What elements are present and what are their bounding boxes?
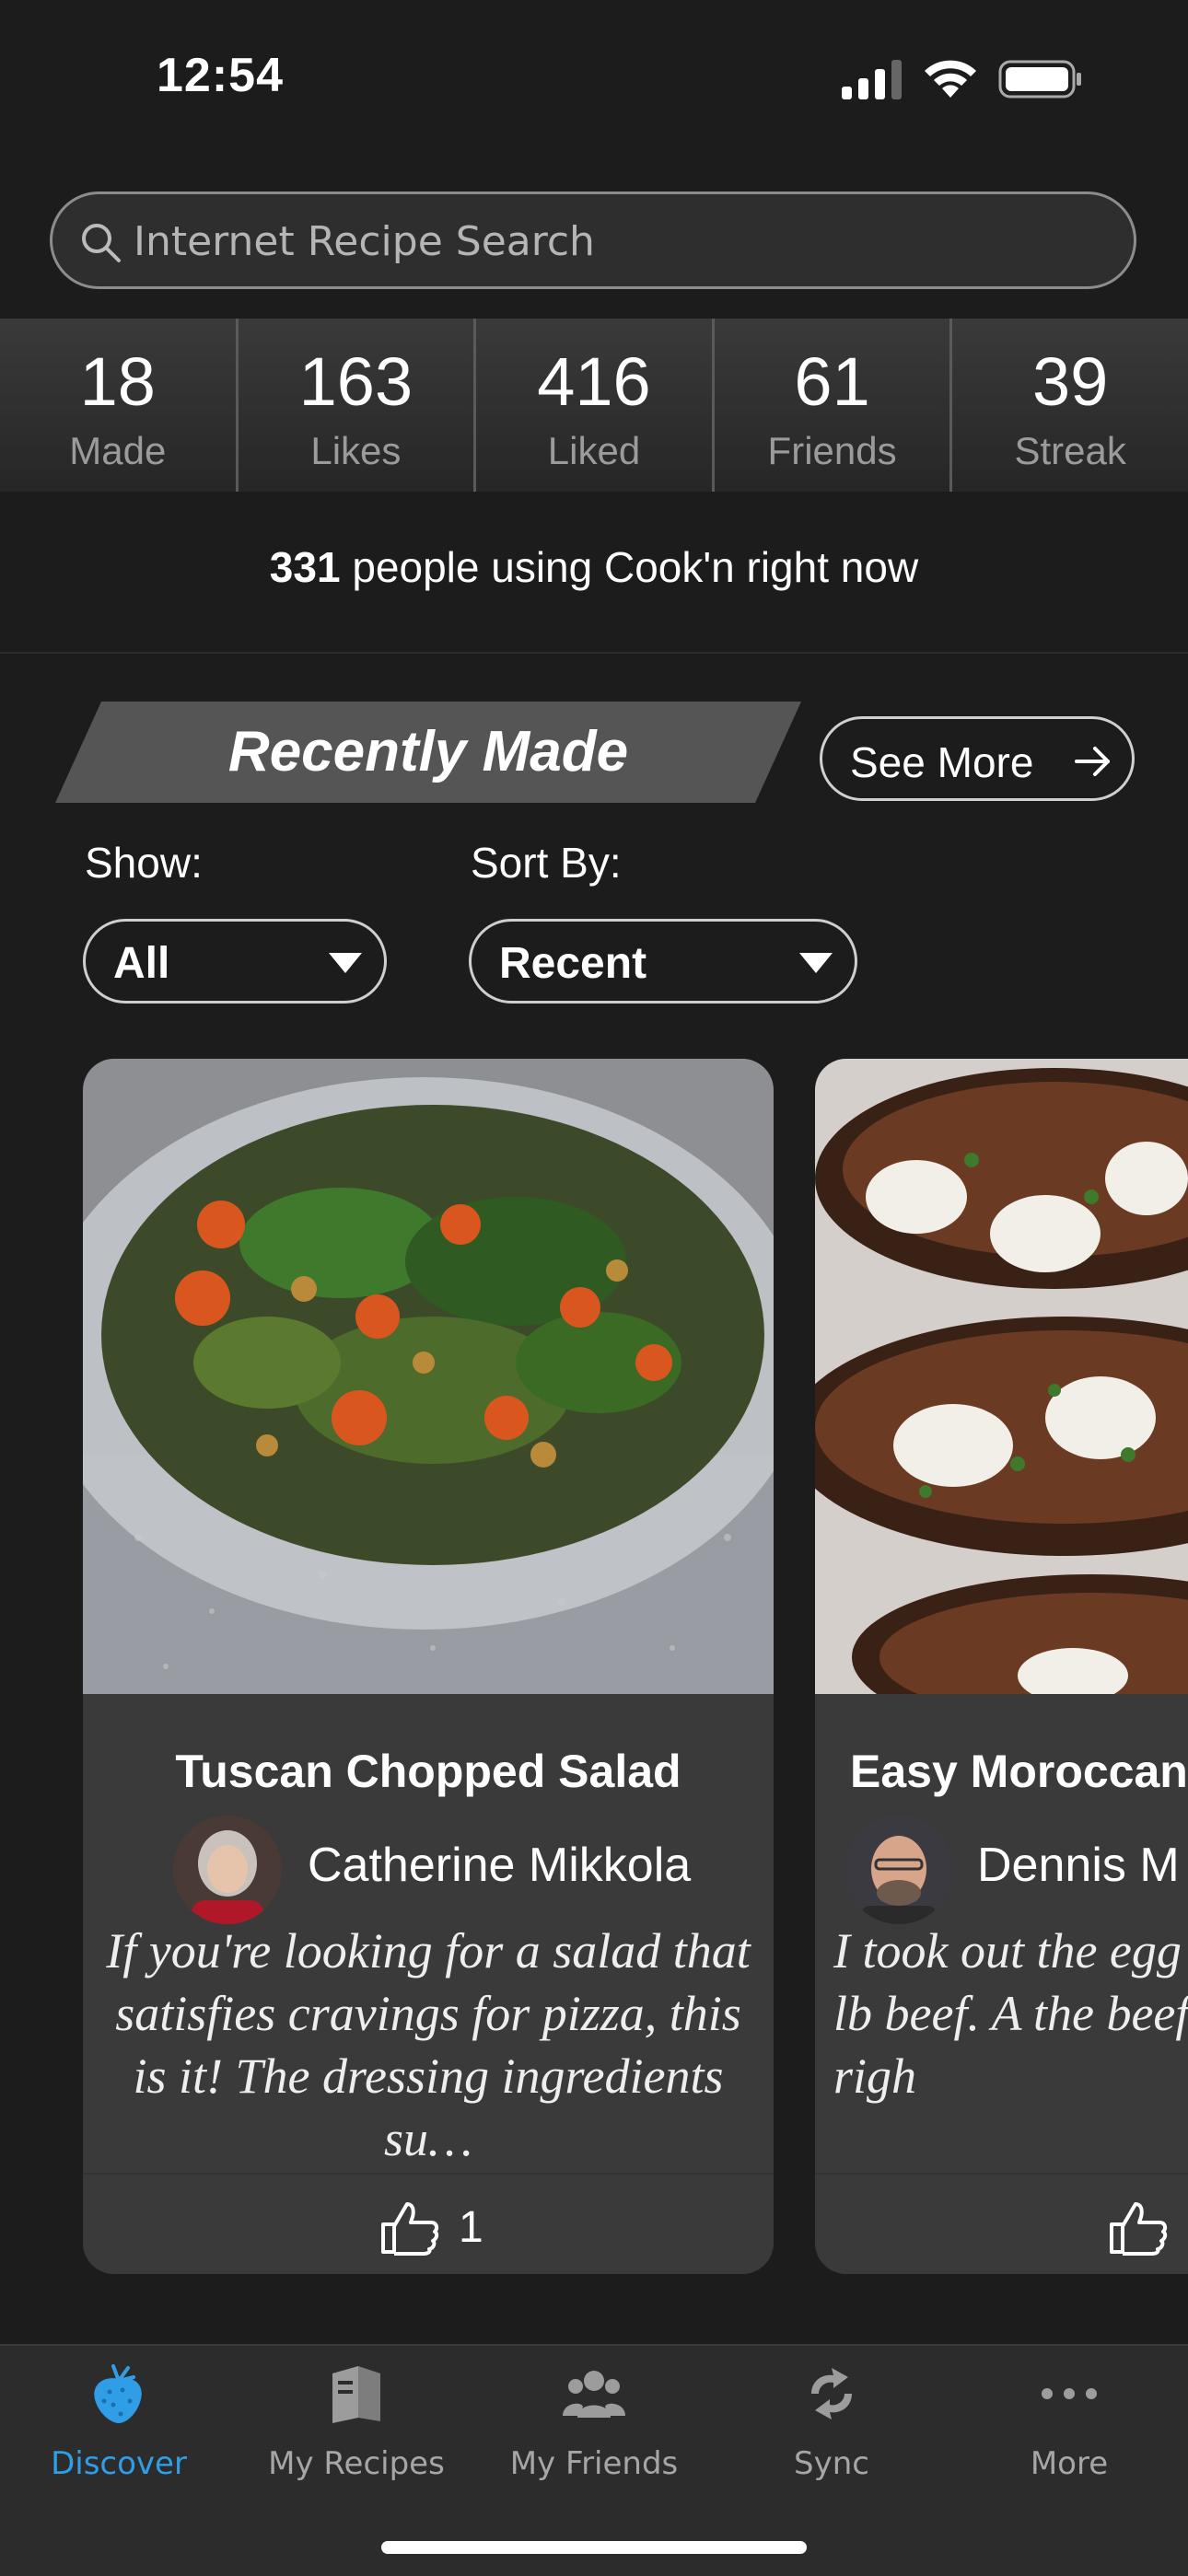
stat-liked[interactable]: 416 Liked (476, 319, 715, 492)
home-indicator (381, 2541, 807, 2554)
live-users-label: people using Cook'n right now (340, 543, 919, 591)
recipe-photo-salad (83, 1059, 774, 1694)
more-dots-icon (1042, 2388, 1097, 2399)
recipe-quote: If you're looking for a salad that satis… (106, 1923, 751, 2166)
section-title: Recently Made (227, 720, 629, 783)
stat-value: 39 (1032, 343, 1109, 420)
sort-by-label: Sort By: (471, 839, 622, 887)
live-users-count: 331 (269, 543, 341, 591)
recently-made-section: Recently Made See More Show: Sort By: Al… (0, 654, 1188, 2344)
strawberry-icon (94, 2364, 142, 2423)
battery-icon (998, 60, 1081, 99)
status-time: 12:54 (157, 49, 284, 102)
tab-label: Sync (794, 2445, 869, 2482)
recipe-quote: I took out the egg Used 1 lb beef. A the… (833, 1923, 1188, 2104)
see-more-label: See More (850, 738, 1034, 786)
stat-value: 18 (79, 343, 156, 420)
live-users-text: 331 people using Cook'n right now (0, 492, 1188, 654)
author-name: Catherine Mikkola (308, 1839, 692, 1892)
status-bar: 12:54 (0, 0, 1188, 166)
stat-label: Likes (310, 429, 402, 472)
search-placeholder: Internet Recipe Search (134, 218, 595, 265)
recipe-card[interactable]: Easy Moroccan Dennis M I took out the eg… (815, 1059, 1188, 2274)
show-label: Show: (85, 839, 203, 887)
stat-value: 163 (298, 343, 413, 420)
wifi-icon (925, 60, 976, 98)
stat-label: Friends (767, 429, 897, 472)
dropdown-caret-icon (329, 953, 362, 973)
tab-label: My Friends (509, 2445, 679, 2482)
author-avatar-image (844, 1816, 953, 1924)
stat-value: 61 (794, 343, 870, 420)
tab-sync[interactable]: Sync (713, 2361, 950, 2482)
stat-likes[interactable]: 163 Likes (239, 319, 477, 492)
user-stats-bar: 18 Made 163 Likes 416 Liked 61 Friends 3… (0, 319, 1188, 492)
tab-label: Discover (51, 2445, 187, 2482)
card-footer: 1 (83, 2173, 774, 2274)
author-name: Dennis M (977, 1839, 1180, 1892)
section-title-banner: Recently Made (55, 702, 801, 803)
tab-my-recipes[interactable]: My Recipes (238, 2361, 475, 2482)
recipe-title: Tuscan Chopped Salad (175, 1746, 681, 1797)
see-more-button[interactable]: See More (820, 716, 1135, 801)
recipe-card[interactable]: Tuscan Chopped Salad Catherine Mikkola I… (83, 1059, 774, 2274)
tab-label: My Recipes (268, 2445, 445, 2482)
recipe-book-icon (332, 2366, 380, 2423)
dropdown-caret-icon (799, 953, 833, 973)
card-footer (815, 2173, 1188, 2274)
stat-streak[interactable]: 39 Streak (952, 319, 1188, 492)
stat-label: Streak (1014, 429, 1126, 472)
arrow-right-icon (1075, 747, 1110, 776)
search-icon (82, 224, 121, 262)
thumbs-up-icon[interactable] (1108, 2199, 1169, 2256)
stat-made[interactable]: 18 Made (0, 319, 239, 492)
sort-by-value: Recent (499, 939, 647, 988)
tab-more[interactable]: More (950, 2361, 1188, 2482)
thumbs-up-icon[interactable] (379, 2199, 440, 2256)
author-avatar (173, 1816, 282, 1924)
author-avatar (844, 1816, 953, 1924)
like-count: 1 (459, 2203, 483, 2252)
recipe-search-input[interactable]: Internet Recipe Search (50, 191, 1136, 289)
tab-label: More (1030, 2445, 1109, 2482)
show-filter-value: All (113, 939, 170, 988)
recipe-photo-eggplant (815, 1059, 1188, 1694)
author-avatar-image (173, 1816, 282, 1924)
tab-my-friends[interactable]: My Friends (475, 2361, 713, 2482)
stat-friends[interactable]: 61 Friends (715, 319, 953, 492)
sort-by-dropdown[interactable]: Recent (469, 919, 857, 1004)
stat-value: 416 (537, 343, 651, 420)
recipe-title: Easy Moroccan (850, 1746, 1188, 1797)
cellular-signal-icon (842, 60, 902, 99)
stat-label: Liked (547, 429, 641, 472)
stat-label: Made (69, 429, 167, 472)
friends-icon (563, 2371, 625, 2418)
show-filter-dropdown[interactable]: All (83, 919, 387, 1004)
sync-icon (811, 2368, 852, 2419)
tab-discover[interactable]: Discover (0, 2361, 238, 2482)
